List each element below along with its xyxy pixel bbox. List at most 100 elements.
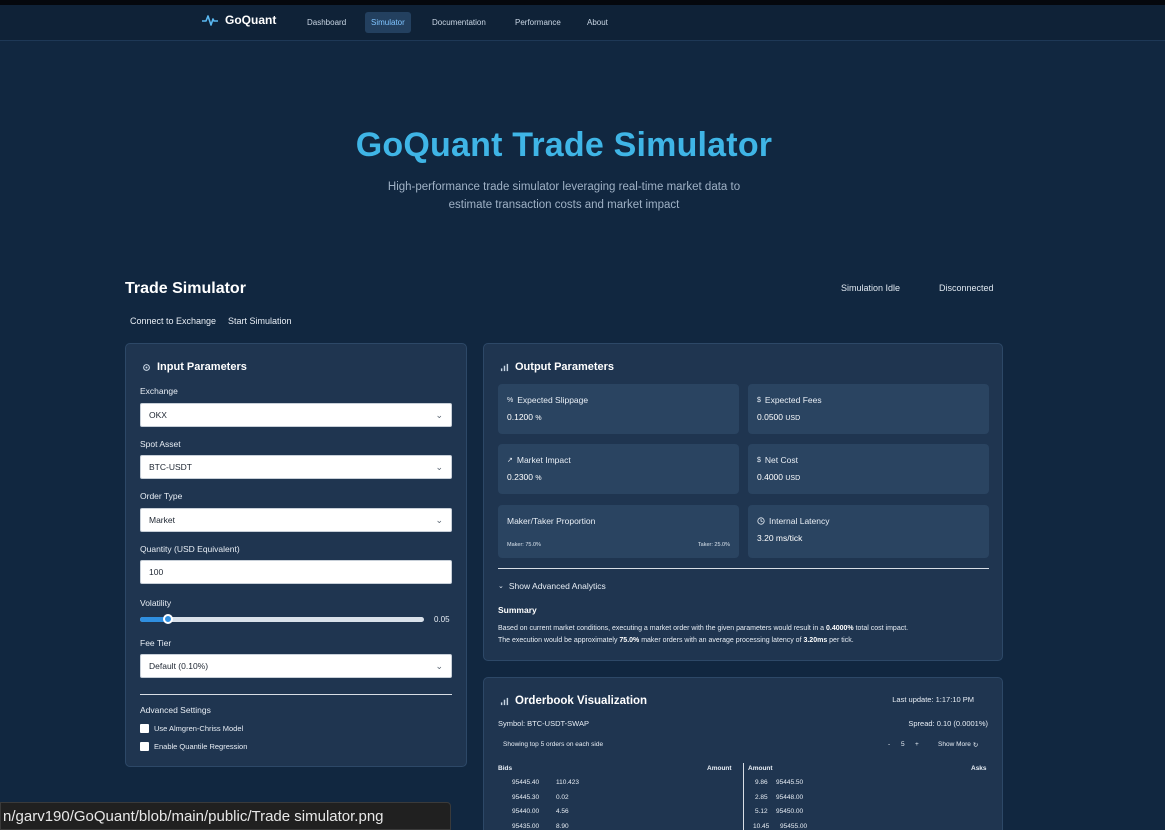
chevron-down-icon: ⌄ bbox=[435, 410, 443, 420]
volatility-slider-thumb[interactable] bbox=[163, 614, 173, 624]
maker-proportion: Maker: 75.0% bbox=[507, 542, 541, 548]
fees-label: $ Expected Fees bbox=[757, 395, 822, 405]
hero-title: GoQuant Trade Simulator bbox=[355, 126, 773, 164]
gear-icon bbox=[143, 363, 150, 371]
refresh-icon: ↻ bbox=[972, 742, 979, 749]
show-more-button[interactable]: Show More ↻ bbox=[938, 741, 978, 749]
input-divider bbox=[140, 694, 452, 695]
summary-title: Summary bbox=[498, 605, 537, 615]
brand-logo[interactable]: GoQuant bbox=[201, 13, 276, 27]
ask-amount: 5.12 bbox=[755, 808, 768, 815]
fee-tier-select[interactable]: Default (0.10%) ⌄ bbox=[140, 654, 452, 678]
volatility-label: Volatility bbox=[140, 598, 172, 608]
almgren-chriss-option[interactable]: Use Almgren-Chriss Model bbox=[140, 724, 243, 733]
input-panel-title-text: Input Parameters bbox=[157, 361, 247, 373]
showing-text: Showing top 5 orders on each side bbox=[503, 741, 604, 748]
summary-cost: 0.4000% bbox=[826, 625, 854, 632]
nav-simulator[interactable]: Simulator bbox=[365, 12, 411, 33]
ask-price: 95445.50 bbox=[776, 779, 804, 786]
spot-asset-select-value: BTC-USDT bbox=[149, 462, 192, 472]
exchange-select[interactable]: OKX ⌄ bbox=[140, 403, 452, 427]
quantile-regression-option[interactable]: Enable Quantile Regression bbox=[140, 742, 247, 751]
status-bar-url: n/garv190/GoQuant/blob/main/public/Trade… bbox=[0, 802, 451, 830]
summary-part-3: The execution would be approximately bbox=[498, 636, 620, 644]
spot-asset-label: Spot Asset bbox=[140, 439, 181, 449]
quantity-label: Quantity (USD Equivalent) bbox=[140, 544, 240, 554]
simulator-title: Trade Simulator bbox=[125, 280, 246, 297]
hero-subtitle-line2: estimate transaction costs and market im… bbox=[448, 199, 680, 211]
nav-dashboard[interactable]: Dashboard bbox=[301, 12, 352, 33]
nav-about[interactable]: About bbox=[581, 12, 614, 33]
orderbook-title-text: Orderbook Visualization bbox=[515, 695, 648, 707]
bid-price: 95435.00 bbox=[512, 823, 540, 830]
start-simulation-button[interactable]: Start Simulation bbox=[228, 316, 292, 326]
advanced-analytics-toggle[interactable]: ⌄ Show Advanced Analytics bbox=[498, 581, 606, 591]
summary-part-5: per tick. bbox=[827, 636, 854, 644]
ask-price: 95455.00 bbox=[780, 823, 808, 830]
net-cost-label: $ Net Cost bbox=[757, 455, 798, 465]
ask-amount: 9.86 bbox=[755, 779, 768, 786]
summary-part-1: Based on current market conditions, exec… bbox=[498, 625, 826, 632]
latency-value: 3.20 ms/tick bbox=[757, 533, 803, 543]
show-more-label: Show More bbox=[938, 741, 971, 748]
brand-name: GoQuant bbox=[225, 13, 277, 27]
connection-status: Disconnected bbox=[939, 283, 994, 293]
slippage-value: 0.1200 % bbox=[507, 412, 542, 422]
bid-amount: 4.56 bbox=[556, 808, 569, 815]
decrease-count-button[interactable]: - bbox=[888, 741, 890, 748]
almgren-chriss-label: Use Almgren-Chriss Model bbox=[154, 724, 244, 733]
order-type-select-value: Market bbox=[149, 515, 175, 525]
market-impact-unit: % bbox=[535, 475, 542, 482]
slippage-unit: % bbox=[535, 415, 542, 422]
output-parameters-panel: Output Parameters % Expected Slippage 0.… bbox=[483, 343, 1003, 661]
fee-tier-label: Fee Tier bbox=[140, 638, 172, 648]
latency-label: Internal Latency bbox=[757, 516, 829, 526]
fee-tier-select-value: Default (0.10%) bbox=[149, 661, 209, 671]
dollar-icon: $ bbox=[757, 396, 761, 404]
summary-latency: 3.20ms bbox=[803, 636, 828, 644]
bar-chart-icon bbox=[500, 363, 509, 371]
market-impact-card: ↗ Market Impact 0.2300 % bbox=[498, 444, 739, 494]
nav-documentation[interactable]: Documentation bbox=[426, 12, 492, 33]
exchange-select-value: OKX bbox=[149, 410, 167, 420]
bid-price: 95445.30 bbox=[512, 794, 540, 801]
quantile-regression-checkbox[interactable] bbox=[140, 742, 149, 751]
output-panel-title: Output Parameters bbox=[500, 361, 614, 373]
ask-amount: 2.85 bbox=[755, 794, 768, 801]
navbar: GoQuant Dashboard Simulator Documentatio… bbox=[0, 5, 1165, 41]
order-type-select[interactable]: Market ⌄ bbox=[140, 508, 452, 532]
maker-taker-card: Maker/Taker Proportion Maker: 75.0% Take… bbox=[498, 505, 739, 558]
connect-exchange-button[interactable]: Connect to Exchange bbox=[130, 316, 216, 326]
advanced-analytics-label: Show Advanced Analytics bbox=[508, 581, 606, 591]
chevron-down-icon: ⌄ bbox=[498, 583, 504, 590]
quantity-input[interactable]: 100 bbox=[140, 560, 452, 584]
net-cost-card: $ Net Cost 0.4000 USD bbox=[748, 444, 989, 494]
simulation-status: Simulation Idle bbox=[841, 283, 901, 293]
latency-card: Internal Latency 3.20 ms/tick bbox=[748, 505, 989, 558]
market-impact-number: 0.2300 bbox=[507, 472, 533, 482]
summary-maker: 75.0% bbox=[619, 636, 640, 644]
increase-count-button[interactable]: + bbox=[915, 741, 919, 748]
trend-up-icon: ↗ bbox=[507, 457, 513, 464]
spot-asset-select[interactable]: BTC-USDT ⌄ bbox=[140, 455, 452, 479]
net-cost-unit: USD bbox=[785, 475, 801, 482]
nav-performance[interactable]: Performance bbox=[509, 12, 567, 33]
volatility-slider[interactable] bbox=[140, 614, 424, 624]
bar-chart-icon bbox=[500, 697, 509, 705]
market-impact-label: ↗ Market Impact bbox=[507, 455, 571, 465]
orderbook-symbol: Symbol: BTC-USDT-SWAP bbox=[498, 719, 589, 728]
bid-amount: 8.90 bbox=[556, 823, 569, 830]
volatility-value: 0.05 bbox=[434, 615, 450, 624]
bid-price: 95445.40 bbox=[512, 779, 540, 786]
maker-taker-label: Maker/Taker Proportion bbox=[507, 516, 596, 526]
fees-label-text: Expected Fees bbox=[764, 395, 822, 405]
order-count: 5 bbox=[901, 741, 905, 748]
chevron-down-icon: ⌄ bbox=[435, 462, 443, 472]
almgren-chriss-checkbox[interactable] bbox=[140, 724, 149, 733]
taker-proportion: Taker: 25.0% bbox=[697, 542, 730, 548]
asks-amount-header: Amount bbox=[748, 765, 773, 772]
ask-amount: 10.45 bbox=[753, 823, 770, 830]
slippage-number: 0.1200 bbox=[507, 412, 533, 422]
bid-amount: 110.423 bbox=[556, 779, 580, 786]
summary-part-2: total cost impact. bbox=[853, 625, 909, 632]
